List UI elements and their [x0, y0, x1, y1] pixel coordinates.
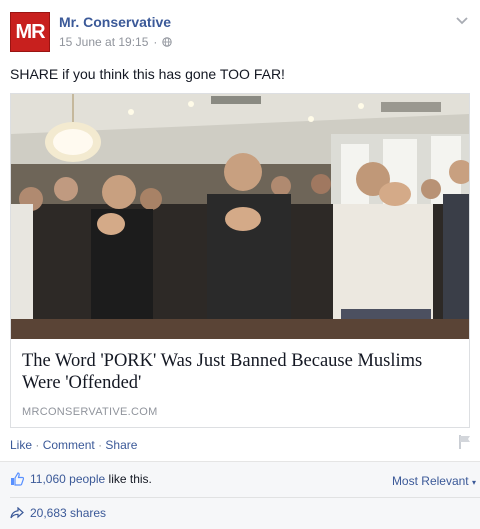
divider: [10, 497, 480, 498]
link-preview-image[interactable]: [11, 94, 469, 339]
link-preview-card[interactable]: The Word 'PORK' Was Just Banned Because …: [10, 93, 470, 428]
chevron-down-icon[interactable]: [456, 16, 468, 26]
comment-button[interactable]: Comment: [43, 438, 95, 452]
globe-icon: [162, 37, 173, 47]
comment-sort-label: Most Relevant: [391, 474, 469, 488]
action-separator: ·: [98, 438, 103, 452]
flag-icon[interactable]: [458, 434, 472, 450]
post-actions: Like · Comment · Share: [10, 438, 137, 452]
likes-row: 11,060 people like this.: [10, 472, 152, 486]
post-header: MR Mr. Conservative 15 June at 19:15 ·: [10, 10, 470, 54]
link-headline[interactable]: The Word 'PORK' Was Just Banned Because …: [22, 350, 460, 394]
shares-count: 20,683 shares: [30, 506, 107, 520]
link-domain: MRCONSERVATIVE.COM: [22, 406, 158, 418]
post-message: SHARE if you think this has gone TOO FAR…: [10, 66, 285, 82]
caret-down-icon: ▾: [471, 478, 476, 487]
share-arrow-icon: [10, 507, 24, 519]
shares-link[interactable]: 20,683 shares: [10, 506, 106, 520]
page-avatar[interactable]: MR: [10, 12, 50, 52]
photo-illustration: [11, 94, 469, 339]
action-separator: ·: [35, 438, 40, 452]
thumbs-up-icon: [11, 472, 24, 486]
post-timestamp[interactable]: 15 June at 19:15: [59, 35, 148, 49]
likes-summary-bar: 11,060 people like this. Most Relevant ▾…: [0, 461, 480, 529]
likes-suffix: like this.: [108, 472, 152, 486]
post-meta: 15 June at 19:15 ·: [59, 35, 173, 49]
likes-count-link[interactable]: 11,060 people: [30, 472, 105, 486]
like-button[interactable]: Like: [10, 438, 32, 452]
share-button[interactable]: Share: [105, 438, 137, 452]
page-name-link[interactable]: Mr. Conservative: [59, 14, 171, 30]
comment-sort-dropdown[interactable]: Most Relevant ▾: [392, 474, 476, 488]
